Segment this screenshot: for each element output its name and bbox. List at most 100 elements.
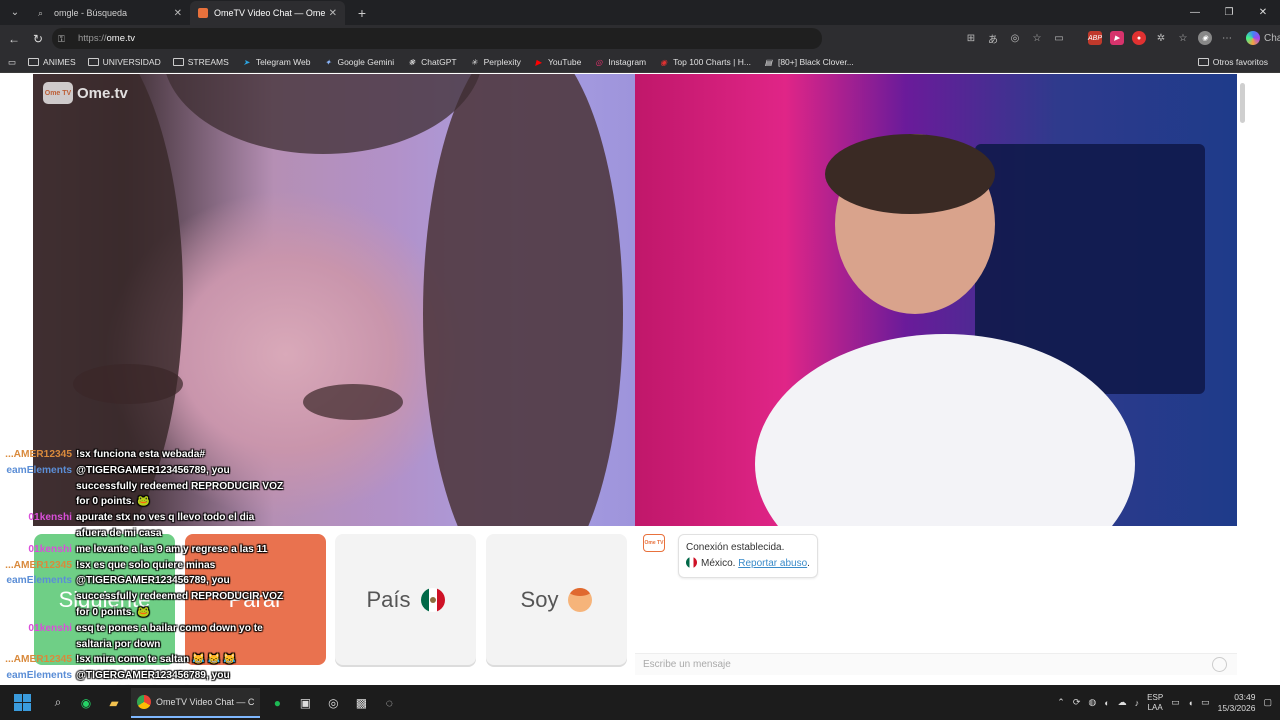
country-select-button[interactable]: País xyxy=(335,534,476,665)
bookmark-telegram[interactable]: ➤ Telegram Web xyxy=(241,57,311,67)
microphone-icon[interactable]: ♪ xyxy=(1135,698,1140,708)
taskbar-browser-app[interactable]: OmeTV Video Chat — C xyxy=(131,687,261,718)
bookmark-chatgpt[interactable]: ❋ ChatGPT xyxy=(406,57,456,67)
bookmark-perplexity[interactable]: ✳ Perplexity xyxy=(469,57,521,67)
settings-icon[interactable]: ◌ xyxy=(378,692,400,714)
adblock-extension-icon[interactable]: ABP xyxy=(1086,30,1104,46)
extension-red-icon[interactable]: ▶ xyxy=(1108,30,1126,46)
clock-time: 03:49 xyxy=(1234,691,1256,702)
close-tab-icon[interactable]: ✕ xyxy=(174,8,182,19)
bookmark-blackclover[interactable]: ▤ [80+] Black Clover... xyxy=(763,57,854,67)
windows-start-icon[interactable] xyxy=(14,694,31,711)
discord-icon[interactable]: ◍ xyxy=(1088,697,1096,708)
app-icon[interactable]: ▣ xyxy=(294,692,316,714)
bookmark-label: YouTube xyxy=(547,57,582,67)
lang-layout: LAA xyxy=(1147,702,1163,712)
profile-avatar[interactable]: ◉ xyxy=(1196,30,1214,46)
tab-ometv[interactable]: OmeTV Video Chat — Omegle ✕ xyxy=(190,1,345,25)
self-video xyxy=(635,74,1237,526)
volume-icon[interactable]: ◖ xyxy=(1188,698,1193,708)
mexico-flag-icon xyxy=(420,587,445,612)
tablet-icon[interactable]: ▭ xyxy=(8,57,16,68)
notifications-icon[interactable]: ▢ xyxy=(1263,697,1272,708)
bookmark-label: ANIMES xyxy=(43,57,76,67)
close-tab-icon[interactable]: ✕ xyxy=(329,8,337,19)
bookmark-instagram[interactable]: ◎ Instagram xyxy=(593,57,646,67)
other-bookmarks[interactable]: Otros favoritos xyxy=(1197,57,1268,67)
ometv-logo[interactable]: Ome TV Ome.tv xyxy=(43,82,128,104)
overlay-chat-text: for 0 points. 🐸 xyxy=(76,606,150,618)
cloud-icon[interactable]: ☁ xyxy=(1118,697,1127,708)
media-icon[interactable]: ▭ xyxy=(1050,30,1068,46)
favorite-star-icon[interactable]: ☆ xyxy=(1028,30,1046,46)
overlay-chat-line: successfully redeemed REPRODUCIR VOZ xyxy=(0,479,300,495)
scrollbar[interactable] xyxy=(1240,83,1245,123)
telegram-icon: ➤ xyxy=(242,57,250,67)
sync-icon[interactable]: ⟳ xyxy=(1073,697,1081,708)
game-icon[interactable]: ▩ xyxy=(350,692,372,714)
system-tray: ⌃ ⟳ ◍ ◐ ☁ ♪ ESP LAA ▭ ◖ ▭ 03:49 15/3/2026 … xyxy=(1057,692,1272,714)
overlay-chat-text: esq te pones a bailar como down yo te xyxy=(76,622,263,634)
message-input[interactable]: Escribe un mensaje xyxy=(635,653,1237,675)
network-icon[interactable]: ▭ xyxy=(1171,697,1180,708)
overlay-chat-line: AMER12345... !sx es que solo quiere minas xyxy=(0,558,300,574)
bookmark-top100[interactable]: ◉ Top 100 Charts | H... xyxy=(658,57,751,67)
minimize-icon[interactable]: — xyxy=(1178,7,1212,18)
chevron-up-icon[interactable]: ⌃ xyxy=(1057,697,1065,708)
more-menu-icon[interactable]: ⋯ xyxy=(1218,30,1236,46)
gender-select-button[interactable]: Soy xyxy=(486,534,627,665)
new-tab-button[interactable]: + xyxy=(353,5,371,21)
restore-icon[interactable]: ❐ xyxy=(1212,7,1246,18)
bookmark-streams[interactable]: STREAMS xyxy=(172,57,229,67)
overlay-chat-user: eamElements xyxy=(6,575,72,587)
overlay-chat-text: @TIGERGAMER123456789, you xyxy=(76,575,230,587)
period-text: . xyxy=(807,558,810,569)
bookmarks-bar: ▭ ANIMES UNIVERSIDAD STREAMS ➤ Telegram W… xyxy=(0,52,1280,73)
spotify-icon[interactable]: ● xyxy=(266,692,288,714)
search-icon: ⌕ xyxy=(38,8,44,18)
extension-record-icon[interactable]: ● xyxy=(1130,30,1148,46)
bookmark-label: UNIVERSIDAD xyxy=(102,57,161,67)
extensions-puzzle-icon[interactable]: ✲ xyxy=(1152,30,1170,46)
report-abuse-link[interactable]: Reportar abuso xyxy=(738,558,807,569)
back-icon[interactable]: ← xyxy=(2,32,26,46)
favorites-icon[interactable]: ☆ xyxy=(1174,30,1192,46)
folder-icon xyxy=(172,58,184,66)
steam-icon[interactable]: ◐ xyxy=(1104,698,1109,708)
emoji-icon[interactable] xyxy=(1212,657,1227,672)
close-window-icon[interactable]: ✕ xyxy=(1246,7,1280,18)
overlay-chat-line: eamElements @TIGERGAMER123456789, you xyxy=(0,668,300,684)
tracking-icon[interactable]: ◎ xyxy=(1006,30,1024,46)
language-indicator[interactable]: ESP LAA xyxy=(1147,693,1163,713)
url-bar[interactable]: ⚿ https:// ome.tv xyxy=(52,28,822,49)
bookmark-youtube[interactable]: ▶ YouTube xyxy=(533,57,581,67)
perplexity-icon: ✳ xyxy=(470,57,478,67)
tab-search-menu[interactable]: ⌄ xyxy=(4,3,26,23)
obs-icon[interactable]: ◎ xyxy=(322,692,344,714)
bookmark-gemini[interactable]: ✦ Google Gemini xyxy=(322,57,395,67)
charts-icon: ◉ xyxy=(660,57,668,67)
file-explorer-icon[interactable]: ▰ xyxy=(103,692,125,714)
page-icon: ▤ xyxy=(764,57,773,67)
chat-panel: Ome TV Conexión establecida. México. Rep… xyxy=(635,526,1237,651)
chatgpt-icon: ❋ xyxy=(408,57,416,67)
site-info-icon[interactable]: ⚿ xyxy=(58,34,70,44)
reload-icon[interactable]: ↻ xyxy=(26,32,50,46)
tab-search[interactable]: ⌕ omgle - Búsqueda ✕ xyxy=(30,1,190,25)
browser-icon xyxy=(137,694,151,709)
bookmark-animes[interactable]: ANIMES xyxy=(28,57,76,67)
overlay-chat-user: AMER12345... xyxy=(5,559,72,571)
translate-icon[interactable]: あ xyxy=(984,30,1002,46)
stream-chat-overlay: AMER12345... !sx funciona esta webada# eam… xyxy=(0,447,300,716)
ometv-logo-text: Ome.tv xyxy=(77,84,128,102)
bookmark-universidad[interactable]: UNIVERSIDAD xyxy=(87,57,161,67)
partner-country: México. xyxy=(701,558,736,569)
app-available-icon[interactable]: ⊞ xyxy=(962,30,980,46)
copilot-chat-button[interactable]: Chat xyxy=(1246,30,1280,46)
clock[interactable]: 03:49 15/3/2026 xyxy=(1218,692,1256,714)
search-icon[interactable]: ⌕ xyxy=(47,692,69,714)
overlay-chat-user: 01kenshi xyxy=(28,622,72,634)
whatsapp-icon[interactable]: ◉ xyxy=(75,692,97,714)
battery-icon[interactable]: ▭ xyxy=(1201,697,1210,708)
lang-code: ESP xyxy=(1147,692,1164,702)
